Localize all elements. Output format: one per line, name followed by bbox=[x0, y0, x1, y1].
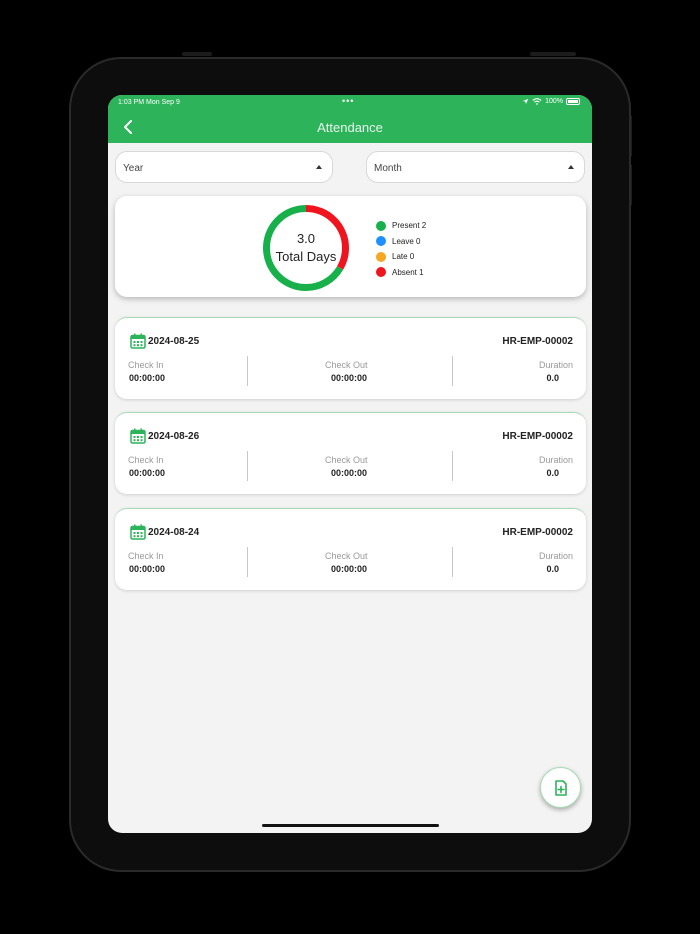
legend-label: Absent 1 bbox=[392, 267, 424, 277]
battery-percent: 100% bbox=[545, 98, 563, 105]
legend-dot bbox=[376, 220, 386, 231]
caret-up-icon bbox=[316, 165, 322, 169]
duration-label: Duration bbox=[538, 551, 573, 561]
device-button-top bbox=[182, 52, 212, 56]
calendar-icon bbox=[130, 333, 146, 349]
app-screen: 1:03 PM Mon Sep 9 ••• 100% Attendance Ye… bbox=[108, 95, 592, 833]
home-indicator[interactable] bbox=[262, 824, 439, 827]
divider bbox=[452, 356, 453, 386]
legend-item-leave: Leave 0 bbox=[376, 234, 426, 250]
legend-dot bbox=[376, 267, 386, 278]
attendance-record-card[interactable]: 2024-08-26 HR-EMP-00002 Check In 00:00:0… bbox=[115, 412, 586, 494]
divider bbox=[452, 451, 453, 481]
add-attendance-button[interactable] bbox=[540, 767, 581, 808]
calendar-icon bbox=[130, 524, 146, 540]
check-in-label: Check In bbox=[128, 455, 164, 465]
year-dropdown[interactable]: Year bbox=[115, 151, 333, 183]
employee-id: HR-EMP-00002 bbox=[502, 431, 573, 442]
month-dropdown[interactable]: Month bbox=[366, 151, 585, 183]
attendance-record-card[interactable]: 2024-08-25 HR-EMP-00002 Check In 00:00:0… bbox=[115, 317, 586, 399]
duration-label: Duration bbox=[538, 455, 573, 465]
divider bbox=[452, 547, 453, 577]
check-out-value: 00:00:00 bbox=[331, 373, 368, 383]
total-days-value: 3.0 bbox=[296, 231, 316, 246]
record-date: 2024-08-25 bbox=[148, 336, 200, 347]
check-out-value: 00:00:00 bbox=[331, 468, 368, 478]
record-date: 2024-08-24 bbox=[148, 527, 200, 538]
check-in-label: Check In bbox=[128, 551, 164, 561]
calendar-icon bbox=[130, 428, 146, 444]
status-icons: 100% bbox=[522, 98, 580, 105]
duration-value: 0.0 bbox=[546, 468, 559, 478]
legend-dot bbox=[376, 236, 386, 247]
legend-item-present: Present 2 bbox=[376, 218, 426, 234]
app-header: 1:03 PM Mon Sep 9 ••• 100% Attendance bbox=[108, 95, 592, 143]
legend-item-absent: Absent 1 bbox=[376, 265, 426, 281]
check-in-value: 00:00:00 bbox=[129, 564, 166, 574]
chart-legend: Present 2 Leave 0 Late 0 Absent 1 bbox=[376, 218, 426, 280]
attendance-record-card[interactable]: 2024-08-24 HR-EMP-00002 Check In 00:00:0… bbox=[115, 508, 586, 590]
month-dropdown-label: Month bbox=[374, 163, 402, 174]
legend-label: Late 0 bbox=[392, 252, 415, 262]
wifi-icon bbox=[532, 98, 542, 105]
multitasking-dots[interactable]: ••• bbox=[342, 96, 354, 106]
check-out-label: Check Out bbox=[325, 551, 368, 561]
check-in-label: Check In bbox=[128, 360, 164, 370]
check-out-value: 00:00:00 bbox=[331, 564, 368, 574]
attendance-summary-card: 3.0 Total Days Present 2 Leave 0 Late 0 … bbox=[115, 196, 586, 297]
device-button-power bbox=[530, 52, 576, 56]
check-out-label: Check Out bbox=[325, 455, 368, 465]
add-document-icon bbox=[555, 780, 567, 796]
status-bar: 1:03 PM Mon Sep 9 ••• 100% bbox=[108, 95, 592, 111]
page-title: Attendance bbox=[317, 120, 383, 135]
location-icon bbox=[522, 98, 529, 105]
battery-icon bbox=[566, 98, 580, 105]
legend-label: Present 2 bbox=[392, 221, 427, 231]
duration-value: 0.0 bbox=[546, 373, 559, 383]
year-dropdown-label: Year bbox=[123, 163, 144, 174]
attendance-donut-chart bbox=[263, 205, 349, 291]
status-time: 1:03 PM Mon Sep 9 bbox=[118, 99, 180, 106]
total-days-label: Total Days bbox=[275, 249, 337, 264]
legend-item-late: Late 0 bbox=[376, 249, 426, 265]
check-out-label: Check Out bbox=[325, 360, 368, 370]
legend-label: Leave 0 bbox=[392, 236, 421, 246]
duration-value: 0.0 bbox=[546, 564, 559, 574]
caret-up-icon bbox=[568, 165, 574, 169]
duration-label: Duration bbox=[538, 360, 573, 370]
divider bbox=[247, 547, 248, 577]
check-in-value: 00:00:00 bbox=[129, 373, 166, 383]
employee-id: HR-EMP-00002 bbox=[502, 336, 573, 347]
record-date: 2024-08-26 bbox=[148, 431, 200, 442]
check-in-value: 00:00:00 bbox=[129, 468, 166, 478]
divider bbox=[247, 451, 248, 481]
employee-id: HR-EMP-00002 bbox=[502, 527, 573, 538]
legend-dot bbox=[376, 251, 386, 262]
divider bbox=[247, 356, 248, 386]
